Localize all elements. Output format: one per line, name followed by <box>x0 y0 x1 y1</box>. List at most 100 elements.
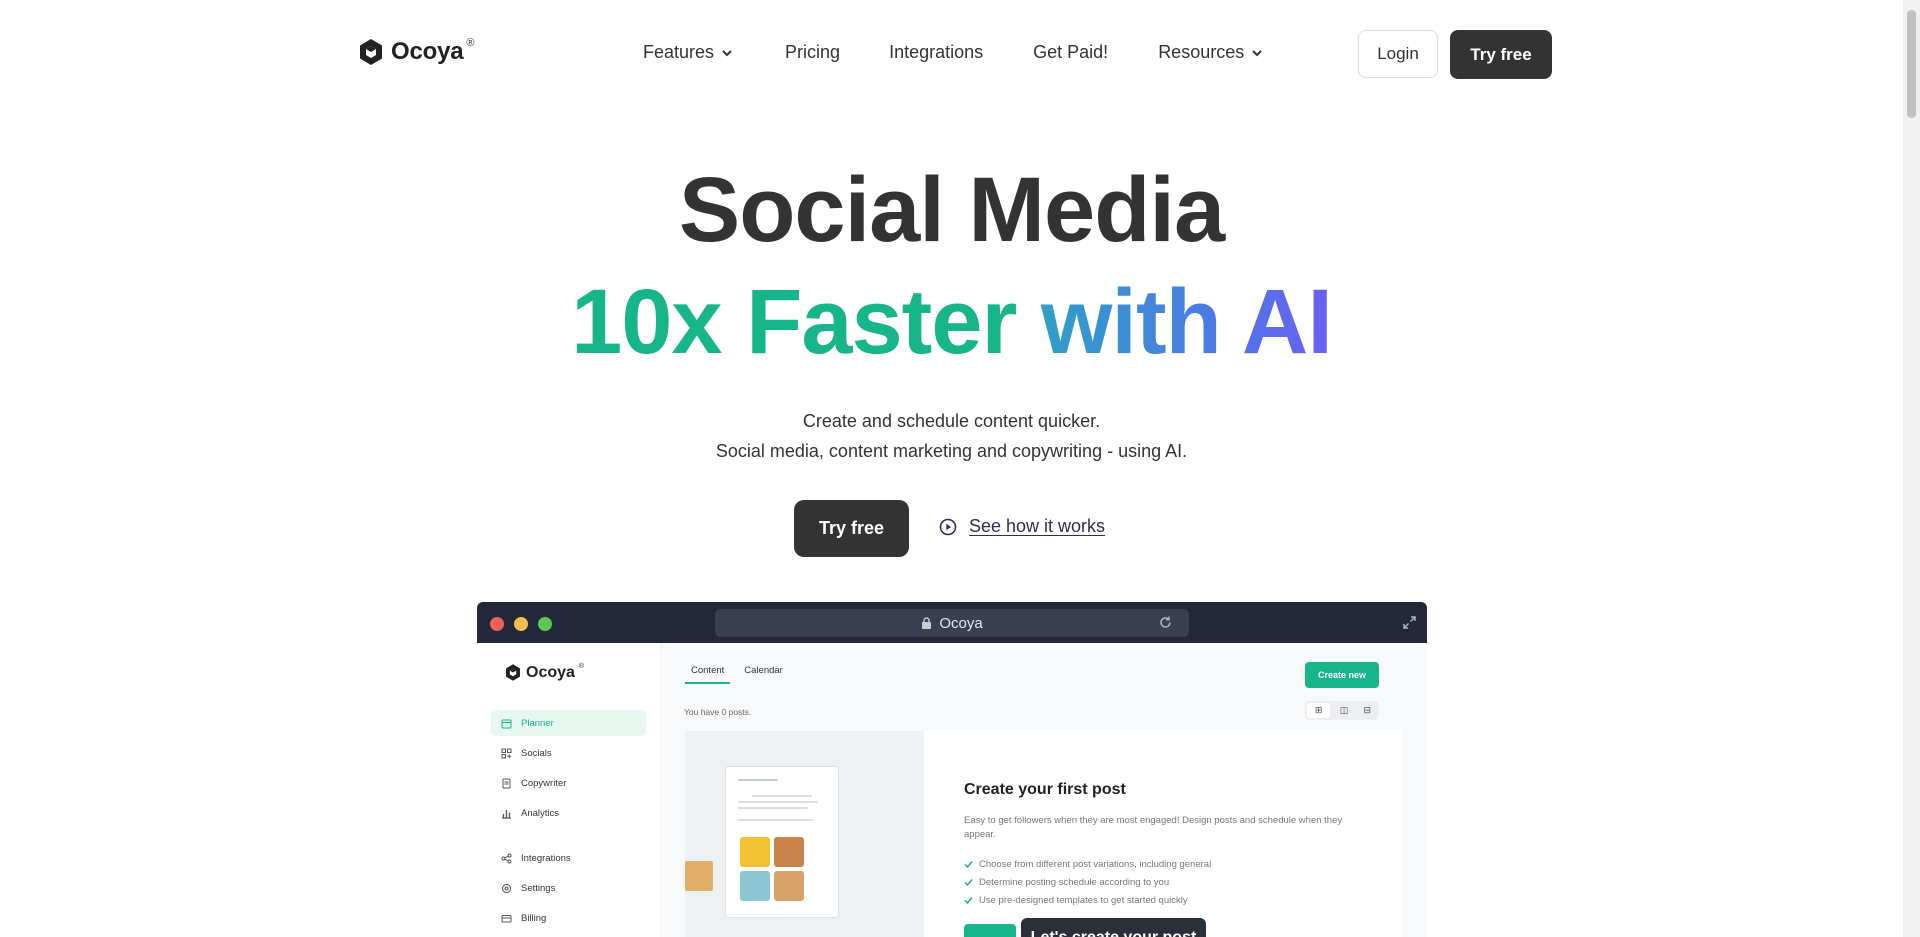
burger-image <box>774 871 804 901</box>
burger-image <box>740 837 770 867</box>
ocoya-logo-icon <box>360 39 382 65</box>
nav-item-integrations[interactable]: Integrations <box>889 42 983 63</box>
sidebar-item-billing[interactable]: Billing <box>491 905 646 931</box>
checklist-item-text: Choose from different post variations, i… <box>979 858 1212 870</box>
nav-item-label: Get Paid! <box>1033 42 1109 62</box>
registered-mark: ® <box>466 37 475 49</box>
split-view-icon[interactable]: ◫ <box>1332 701 1355 720</box>
brand-name: Ocoya <box>391 38 464 65</box>
ocoya-logo-icon <box>506 664 520 681</box>
tab-content[interactable]: Content <box>685 665 731 684</box>
checklist-item-text: Use pre-designed templates to get starte… <box>979 894 1188 906</box>
card-title: Create your first post <box>964 781 1126 798</box>
document-icon <box>502 778 511 788</box>
burger-image <box>740 871 770 901</box>
minimize-dot-icon <box>514 617 528 631</box>
maximize-dot-icon <box>538 617 552 631</box>
app-main: Content Calendar Create new You have 0 p… <box>661 643 1427 937</box>
app-brand-name: Ocoya <box>526 663 575 681</box>
app-brand-logo: Ocoya ® <box>504 663 584 682</box>
feature-checklist: Choose from different post variations, i… <box>964 855 1211 909</box>
burger-image <box>774 837 804 867</box>
see-how-it-works-link[interactable]: See how it works <box>939 516 1105 537</box>
nav-item-label: Integrations <box>889 42 984 62</box>
checklist-item-text: Determine posting schedule according to … <box>979 876 1170 888</box>
create-new-button[interactable]: Create new <box>1305 662 1379 688</box>
app-sidebar: Ocoya ® Planner Socials Copywriter Analy… <box>477 643 661 937</box>
close-dot-icon <box>490 617 504 631</box>
sidebar-item-label: Analytics <box>521 807 560 819</box>
list-view-icon[interactable]: ⊟ <box>1356 701 1379 720</box>
hero-title: Social Media <box>678 159 1225 261</box>
checklist-item: Use pre-designed templates to get starte… <box>964 891 1211 909</box>
nav-item-features[interactable]: Features <box>643 42 734 63</box>
checklist-item: Determine posting schedule according to … <box>964 873 1211 891</box>
expand-icon <box>1403 616 1416 629</box>
sidebar-item-label: Settings <box>521 882 556 894</box>
sidebar-item-label: Billing <box>521 912 547 924</box>
sidebar-item-label: Socials <box>521 747 552 759</box>
check-icon <box>964 878 973 886</box>
scrollbar-thumb[interactable] <box>1907 10 1916 118</box>
hero-highlight-blue: with AI <box>1040 271 1333 373</box>
nav-item-label: Resources <box>1158 42 1245 62</box>
checklist-item: Choose from different post variations, i… <box>964 855 1211 873</box>
create-first-post-card: Create your first post Easy to get follo… <box>685 731 1401 937</box>
nav-item-pricing[interactable]: Pricing <box>785 42 840 63</box>
post-preview-illustration <box>685 731 924 937</box>
address-bar-title: Ocoya <box>939 614 983 632</box>
chevron-down-icon <box>1252 49 1262 56</box>
app-body: Ocoya ® Planner Socials Copywriter Analy… <box>477 643 1427 937</box>
card-icon <box>501 914 512 922</box>
sidebar-item-copywriter[interactable]: Copywriter <box>491 770 646 796</box>
nav-item-get-paid[interactable]: Get Paid! <box>1033 42 1108 63</box>
sidebar-item-label: Planner <box>521 717 554 729</box>
main-menu: Features Pricing Integrations Get Paid! … <box>643 42 1264 63</box>
tab-calendar[interactable]: Calendar <box>744 665 783 684</box>
login-button[interactable]: Login <box>1358 30 1438 78</box>
create-post-tooltip: Let's create your post <box>1021 918 1206 937</box>
hero-subtitle-line: Social media, content marketing and copy… <box>715 441 1188 461</box>
registered-mark: ® <box>578 663 585 670</box>
app-preview-window: Ocoya Ocoya ® Planner Socials Copywriter… <box>477 602 1427 937</box>
sidebar-item-label: Copywriter <box>521 777 567 789</box>
hero-subtitle: Create and schedule content quicker. Soc… <box>0 406 1903 466</box>
create-post-button[interactable] <box>964 924 1016 937</box>
gear-icon <box>502 883 511 893</box>
window-titlebar: Ocoya <box>477 602 1427 643</box>
page-scrollbar[interactable] <box>1903 0 1920 937</box>
top-navigation: Ocoya ® Features Pricing Integrations Ge… <box>0 0 1920 108</box>
reload-icon <box>1160 616 1171 628</box>
try-free-nav-button[interactable]: Try free <box>1450 30 1552 79</box>
view-switcher: ⊞ ◫ ⊟ <box>1305 701 1379 720</box>
check-icon <box>964 896 973 904</box>
check-icon <box>964 860 973 868</box>
sidebar-item-integrations[interactable]: Integrations <box>491 845 646 871</box>
grid-icon <box>501 748 512 758</box>
grid-view-icon[interactable]: ⊞ <box>1307 703 1331 718</box>
nav-item-label: Features <box>643 42 715 62</box>
brand-logo[interactable]: Ocoya ® <box>357 37 477 67</box>
card-description: Easy to get followers when they are most… <box>964 815 1343 840</box>
sidebar-item-analytics[interactable]: Analytics <box>491 800 646 826</box>
chevron-down-icon <box>722 49 732 56</box>
try-free-hero-button[interactable]: Try free <box>794 500 909 557</box>
sidebar-item-settings[interactable]: Settings <box>491 875 646 901</box>
play-circle-icon <box>939 518 957 535</box>
nav-item-resources[interactable]: Resources <box>1158 42 1264 63</box>
hero-title-highlight: 10x Faster with AI <box>0 272 1903 372</box>
share-icon <box>501 853 512 863</box>
see-how-it-works-label: See how it works <box>969 516 1106 536</box>
nav-item-label: Pricing <box>785 42 841 62</box>
bar-chart-icon <box>502 809 511 819</box>
sidebar-item-planner[interactable]: Planner <box>491 710 646 736</box>
content-tabs: Content Calendar <box>685 665 783 684</box>
social-post-mockup <box>725 766 839 918</box>
burger-thumbnail-image <box>685 861 713 891</box>
hero-highlight-green: 10x Faster <box>571 271 1017 373</box>
calendar-icon <box>501 719 512 728</box>
sidebar-item-label: Integrations <box>521 852 571 864</box>
hero-subtitle-line: Create and schedule content quicker. <box>802 411 1101 431</box>
sidebar-item-socials[interactable]: Socials <box>491 740 646 766</box>
address-bar: Ocoya <box>715 609 1189 637</box>
